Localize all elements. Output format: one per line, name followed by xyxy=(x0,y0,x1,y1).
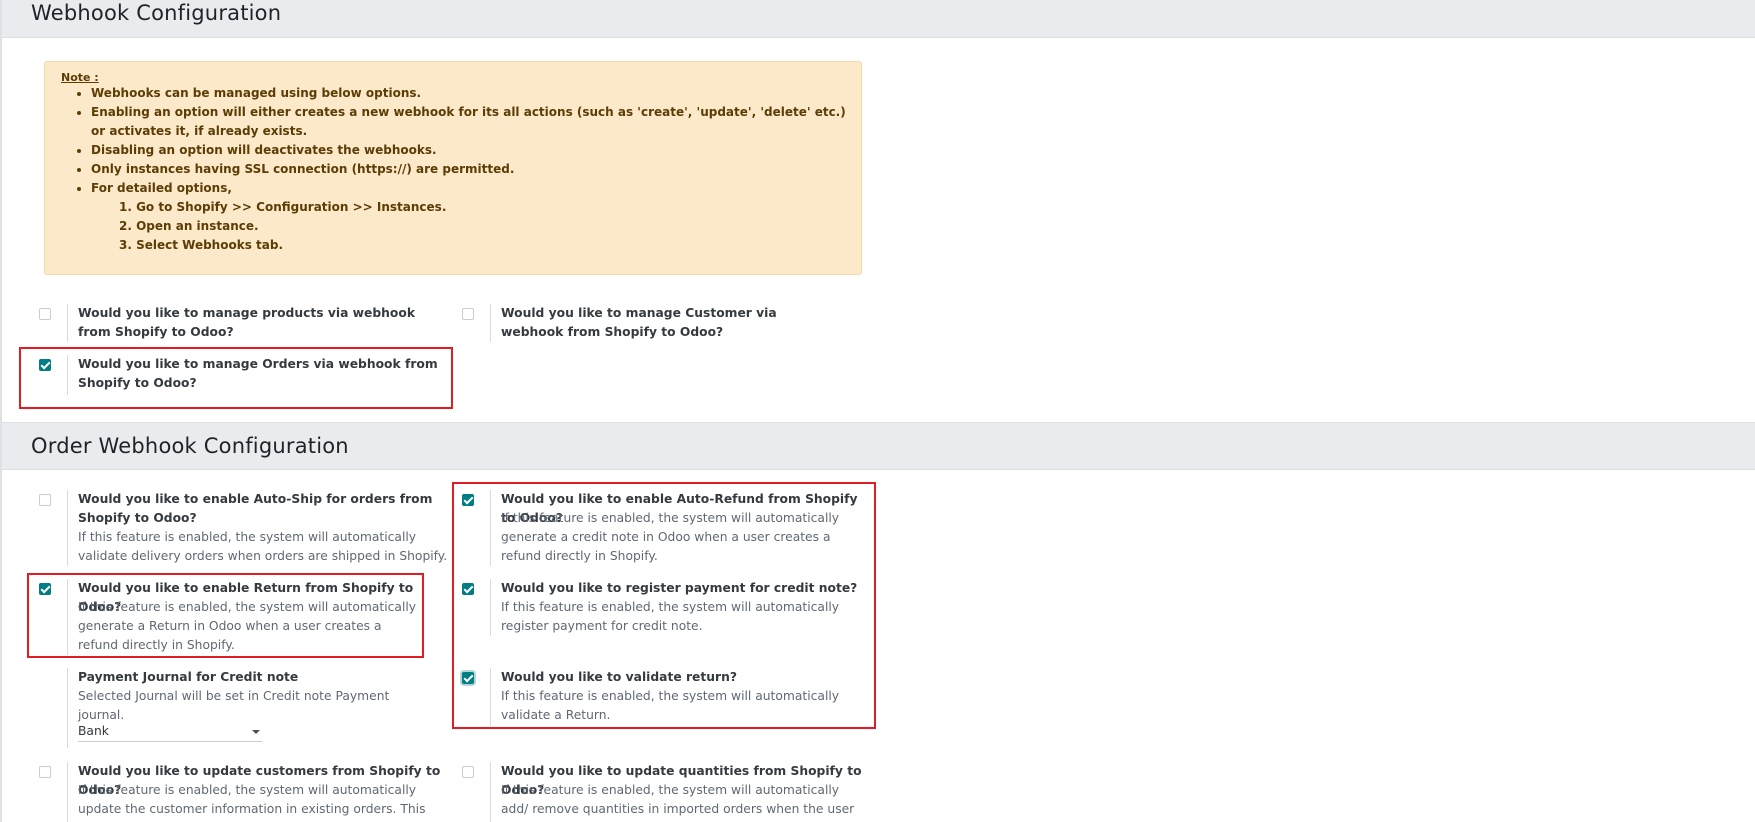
note-step: 1. Go to Shopify >> Configuration >> Ins… xyxy=(119,200,447,214)
note-item-text: For detailed options, xyxy=(91,181,232,195)
note-step: 3. Select Webhooks tab. xyxy=(119,238,283,252)
divider xyxy=(67,762,68,822)
divider xyxy=(67,668,68,748)
note-steps: 1. Go to Shopify >> Configuration >> Ins… xyxy=(91,198,859,255)
divider xyxy=(490,304,491,342)
divider xyxy=(67,304,68,342)
webhook-note: Note : Webhooks can be managed using bel… xyxy=(44,61,862,275)
highlight-box xyxy=(27,573,424,658)
webhook-config-header: Webhook Configuration xyxy=(2,0,1755,38)
highlight-box xyxy=(452,482,876,729)
auto-ship-desc: If this feature is enabled, the system w… xyxy=(78,530,448,563)
auto-ship-checkbox[interactable] xyxy=(39,494,51,506)
note-item: Disabling an option will deactivates the… xyxy=(91,141,859,160)
webhook-config-title: Webhook Configuration xyxy=(31,1,282,25)
manage-customer-checkbox[interactable] xyxy=(462,308,474,320)
manage-customer-label: Would you like to manage Customer via we… xyxy=(501,306,777,339)
order-webhook-config-header: Order Webhook Configuration xyxy=(2,422,1755,470)
page-left-border xyxy=(0,0,2,822)
note-item: Webhooks can be managed using below opti… xyxy=(91,84,859,103)
note-step: 2. Open an instance. xyxy=(119,219,259,233)
divider xyxy=(67,490,68,566)
note-item: Only instances having SSL connection (ht… xyxy=(91,160,859,179)
manage-products-label: Would you like to manage products via we… xyxy=(78,306,415,339)
update-quantities-checkbox[interactable] xyxy=(462,766,474,778)
manage-products-checkbox[interactable] xyxy=(39,308,51,320)
update-customers-desc: If this feature is enabled, the system w… xyxy=(78,783,426,822)
note-item: Enabling an option will either creates a… xyxy=(91,103,859,141)
update-quantities-desc: If this feature is enabled, the system w… xyxy=(501,783,855,822)
payment-journal-select[interactable]: Bank xyxy=(78,722,262,742)
update-customers-checkbox[interactable] xyxy=(39,766,51,778)
payment-journal-label: Payment Journal for Credit note xyxy=(78,670,299,684)
auto-ship-label: Would you like to enable Auto-Ship for o… xyxy=(78,492,433,525)
payment-journal-desc: Selected Journal will be set in Credit n… xyxy=(78,689,390,722)
note-list: Webhooks can be managed using below opti… xyxy=(91,84,859,255)
divider xyxy=(490,762,491,822)
chevron-down-icon xyxy=(252,730,260,734)
payment-journal-value: Bank xyxy=(78,724,109,738)
highlight-box xyxy=(19,347,453,409)
note-item: For detailed options, 1. Go to Shopify >… xyxy=(91,179,859,255)
order-webhook-config-title: Order Webhook Configuration xyxy=(31,434,349,458)
